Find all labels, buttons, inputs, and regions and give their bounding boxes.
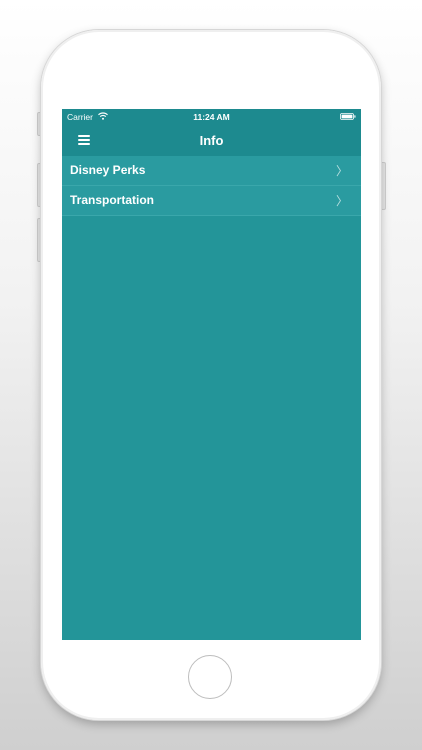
- page-title: Info: [199, 133, 224, 148]
- status-bar: Carrier 11:24 AM: [62, 109, 361, 125]
- list-item-label: Transportation: [70, 193, 155, 207]
- list-item-label: Disney Perks: [70, 163, 146, 177]
- list-item-transportation[interactable]: Transportation 〉: [62, 186, 361, 216]
- navigation-bar: Info: [62, 125, 361, 156]
- home-button[interactable]: [188, 655, 232, 699]
- app-screen: Carrier 11:24 AM Info Disney Perks 〉 Tra…: [62, 109, 361, 640]
- battery-icon: [340, 113, 356, 120]
- status-time: 11:24 AM: [193, 112, 230, 122]
- list-item-disney-perks[interactable]: Disney Perks 〉: [62, 156, 361, 186]
- chevron-right-icon: 〉: [335, 194, 348, 208]
- chevron-right-icon: 〉: [335, 164, 348, 178]
- info-list: Disney Perks 〉 Transportation 〉: [62, 156, 361, 216]
